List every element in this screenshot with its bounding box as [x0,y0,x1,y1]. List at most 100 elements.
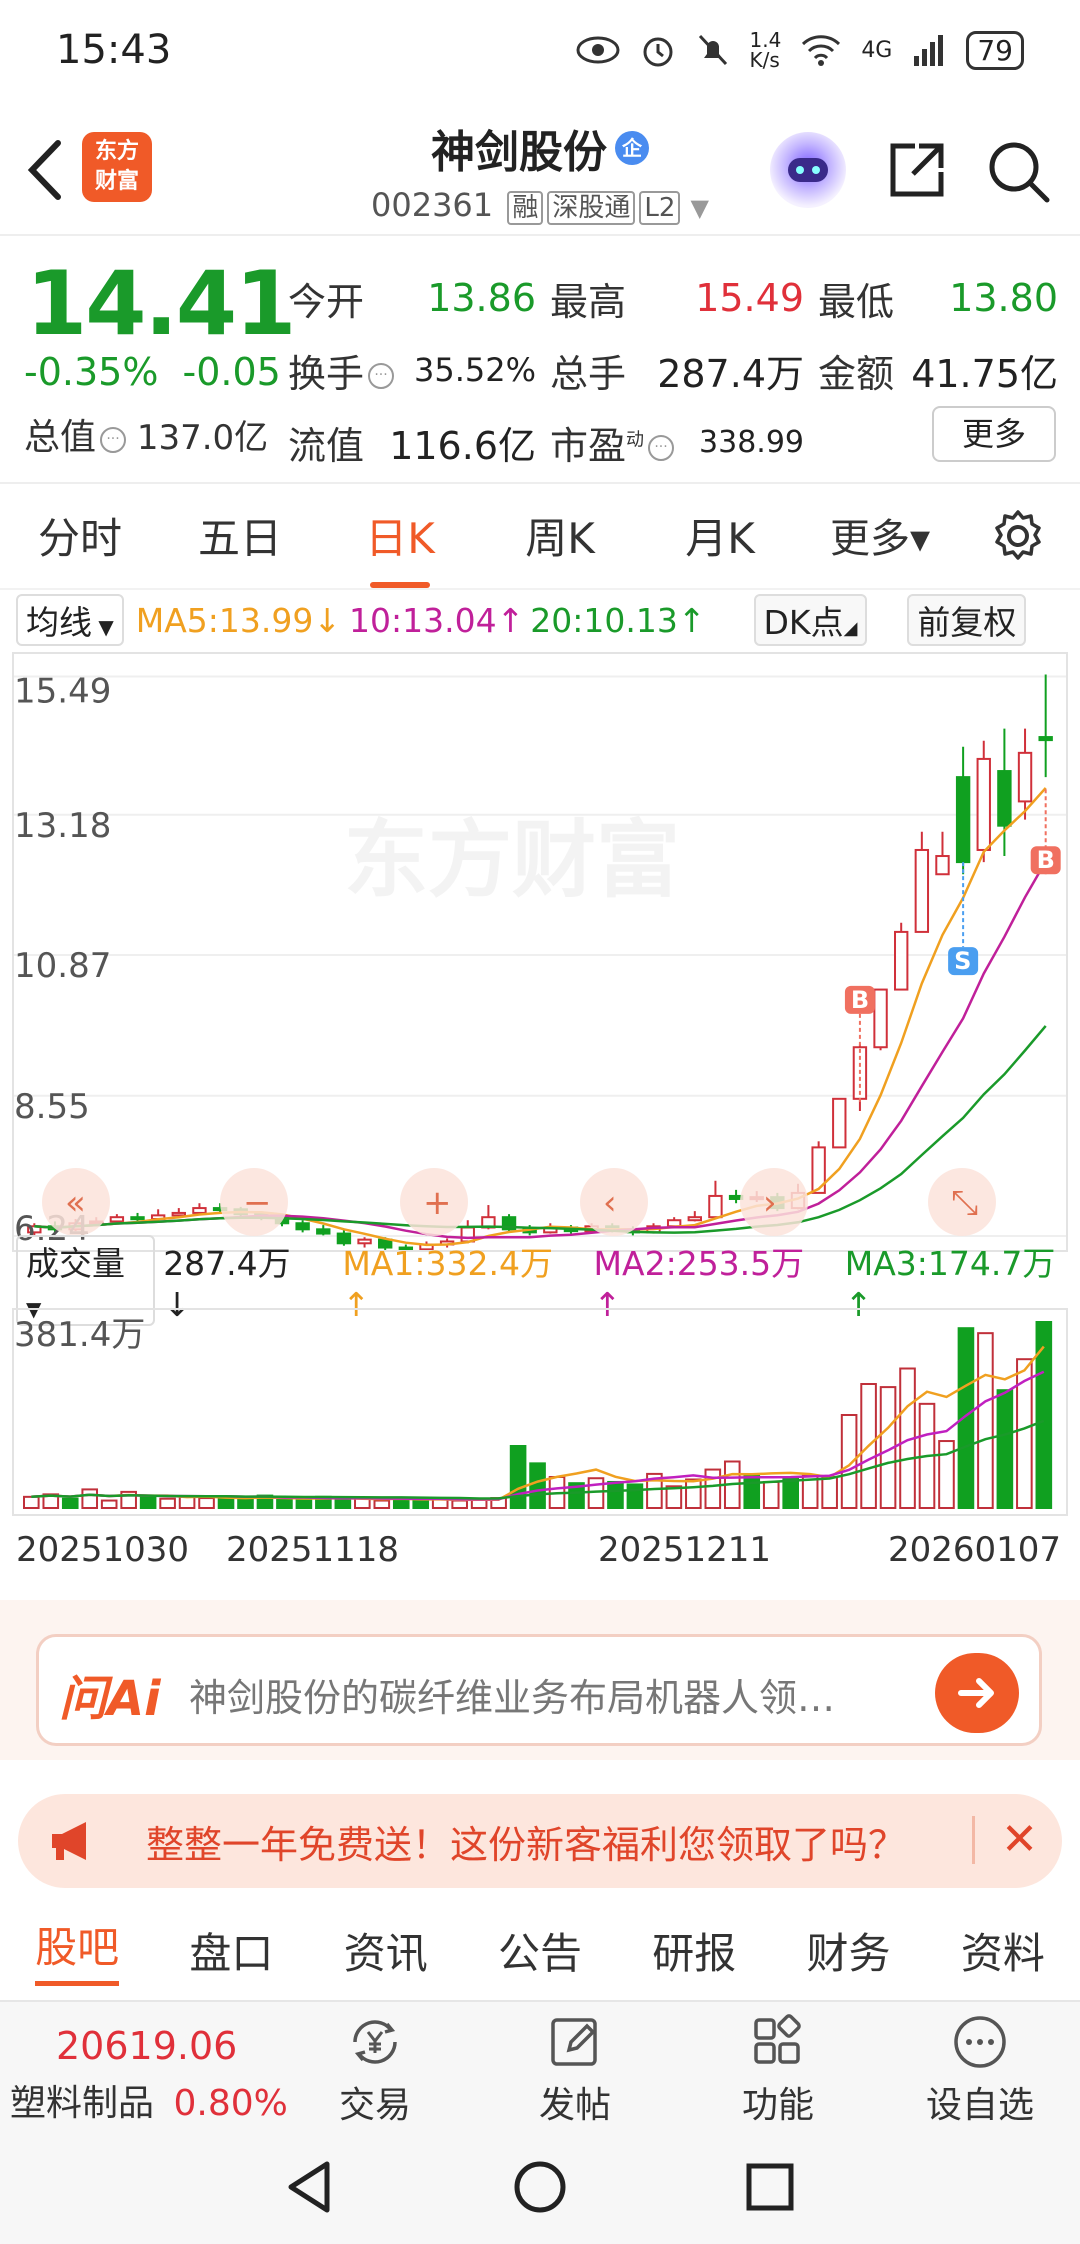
low-value: 13.80 [949,276,1058,320]
candle-body [109,1216,125,1223]
info-icon[interactable]: ··· [648,435,675,461]
volume-bar [178,1495,196,1509]
tab-monthly-k[interactable]: 月K [640,505,800,566]
volume-bar [23,1495,40,1509]
tab-daily-k[interactable]: 日K [320,505,480,566]
candle-body [171,1211,186,1217]
kline-svg: 东方财富15.4913.1810.878.556.24BSB« − + ‹ › ⤡ [14,672,1066,1252]
candle-body [687,1216,702,1222]
candle-body [873,988,888,1049]
signal-label: B [851,986,869,1014]
volume-value: 287.4万 [657,351,804,396]
trade-yen-icon [353,2020,397,2064]
volume-legend: 成交量 ▼ 287.4万↓ MA1:332.4万↑ MA2:253.5万↑ MA… [0,1234,1080,1326]
y-tick-label: 13.18 [14,806,111,846]
candle-body [1017,751,1033,803]
candle-body [295,1222,310,1231]
ma-selector[interactable]: 均线 ▼ [16,594,124,646]
tab-news[interactable]: 资讯 [344,1920,428,1981]
tab-five-day[interactable]: 五日 [160,505,320,566]
sector-change: 0.80% [173,2083,288,2124]
volume-label: 总手 [550,351,627,396]
tab-weekly-k[interactable]: 周K [480,505,640,566]
ai-section: 问Ai 神剑股份的碳纤维业务布局机器人领… [0,1600,1080,1760]
stock-code: 002361 [370,186,494,224]
more-button[interactable]: 更多 [932,406,1056,462]
volume-bar [529,1462,546,1509]
gear-icon[interactable] [990,508,1046,564]
low-label: 最低 [818,279,895,324]
ma20-value: 20:10.13↑ [530,600,706,640]
ma-legend: 均线 ▼ MA5:13.99↓ 10:13.04↑ 20:10.13↑ DK点◢… [0,592,1080,648]
trade-button[interactable]: 交易 [305,2012,445,2128]
volume-bar [509,1445,527,1509]
tab-profile[interactable]: 资料 [961,1920,1045,1981]
info-icon[interactable]: ··· [368,363,395,389]
tab-orderbook[interactable]: 盘口 [189,1920,273,1981]
date-tick: 20251211 [598,1530,772,1570]
share-icon[interactable] [885,138,949,202]
tab-announcements[interactable]: 公告 [498,1920,582,1981]
quote-panel: 14.41 -0.35% -0.05 总值 ··· 137.0亿 今开 13.86 … [0,240,1080,480]
candle-body [1038,736,1053,742]
high-label: 最高 [550,279,627,324]
nav-recents-icon[interactable] [745,2162,795,2212]
candle-body [935,855,950,876]
tab-financials[interactable]: 财务 [807,1920,891,1981]
tab-more[interactable]: 更多▾ [800,506,960,564]
stock-title[interactable]: 神剑股份企 002361 融深股通 L2 ▼ [300,116,780,225]
nav-back-icon[interactable] [285,2160,335,2214]
promo-text: 整整一年免费送！这份新客福利您领取了吗？ [146,1823,907,1867]
ai-go-button[interactable] [935,1653,1019,1733]
enterprise-badge: 企 [615,131,649,165]
chart-control-icon: ‹ [603,1183,617,1223]
ai-robot-icon[interactable] [770,132,846,208]
watermark: 东方财富 [344,811,680,909]
function-button[interactable]: 功能 [708,2012,848,2128]
search-icon[interactable] [985,138,1051,204]
volume-bar [412,1499,430,1509]
mute-bell-icon [698,34,727,66]
turnover-value: 35.52% [413,351,536,389]
status-bar: 15:43 1.4 K/s 4G 79 [0,0,1080,100]
chart-control-icon: − [243,1183,272,1223]
dropdown-caret-icon[interactable]: ▼ [691,194,709,222]
promo-banner[interactable]: 整整一年免费送！这份新客福利您领取了吗？ ✕ [18,1794,1062,1888]
volume-bar [61,1497,79,1509]
eastmoney-logo[interactable]: 东方 财富 [82,132,152,202]
chart-control-icon: « [65,1183,86,1223]
tab-forum[interactable]: 股吧 [35,1914,120,1986]
sector-index[interactable]: 20619.06 塑料制品 0.80% [10,2024,300,2126]
tab-research[interactable]: 研报 [652,1920,736,1981]
float-cap-label: 流值 [288,423,365,468]
dk-point-button[interactable]: DK点◢ [753,594,868,646]
volume-bar [957,1327,975,1510]
megaphone-icon [52,1822,86,1860]
open-value: 13.86 [427,276,536,320]
tab-intraday[interactable]: 分时 [0,505,160,566]
vol-max-tick: 381.4万 [14,1315,145,1355]
ma5-value: MA5:13.99↓ [135,600,342,640]
info-icon[interactable]: ··· [100,426,127,453]
turnover-label: 换手 [288,351,365,396]
volume-bar [743,1473,761,1510]
change-percent: -0.35% [24,350,159,394]
post-button[interactable]: 发帖 [505,2012,645,2128]
kline-chart[interactable]: 东方财富 15.49 13.18 10.87 8.55 6.24 B S B «− + ‹ › ⤡ [12,652,1068,1252]
alarm-icon [643,37,672,67]
ma10-value: 10:13.04↑ [349,600,525,640]
back-arrow-icon[interactable] [20,135,70,205]
add-watchlist-button[interactable]: 设自选 [910,2012,1050,2128]
amount-label: 金额 [818,351,895,396]
ai-suggestion[interactable]: 神剑股份的碳纤维业务布局机器人领… [189,1667,909,1722]
date-axis: 20251030 20251118 20251211 20260107 [0,1530,1080,1580]
adjust-button[interactable]: 前复权 [907,594,1027,646]
y-tick-label: 8.55 [14,1087,90,1127]
volume-bar [685,1478,702,1509]
close-icon[interactable]: ✕ [972,1816,1038,1864]
nav-home-icon[interactable] [513,2160,567,2214]
volume-bar [237,1498,254,1510]
ai-question-box[interactable]: 问Ai 神剑股份的碳纤维业务布局机器人领… [36,1634,1042,1746]
connect-tag: 深股通 [547,191,636,225]
volume-chart[interactable]: 381.4万 [12,1308,1068,1516]
